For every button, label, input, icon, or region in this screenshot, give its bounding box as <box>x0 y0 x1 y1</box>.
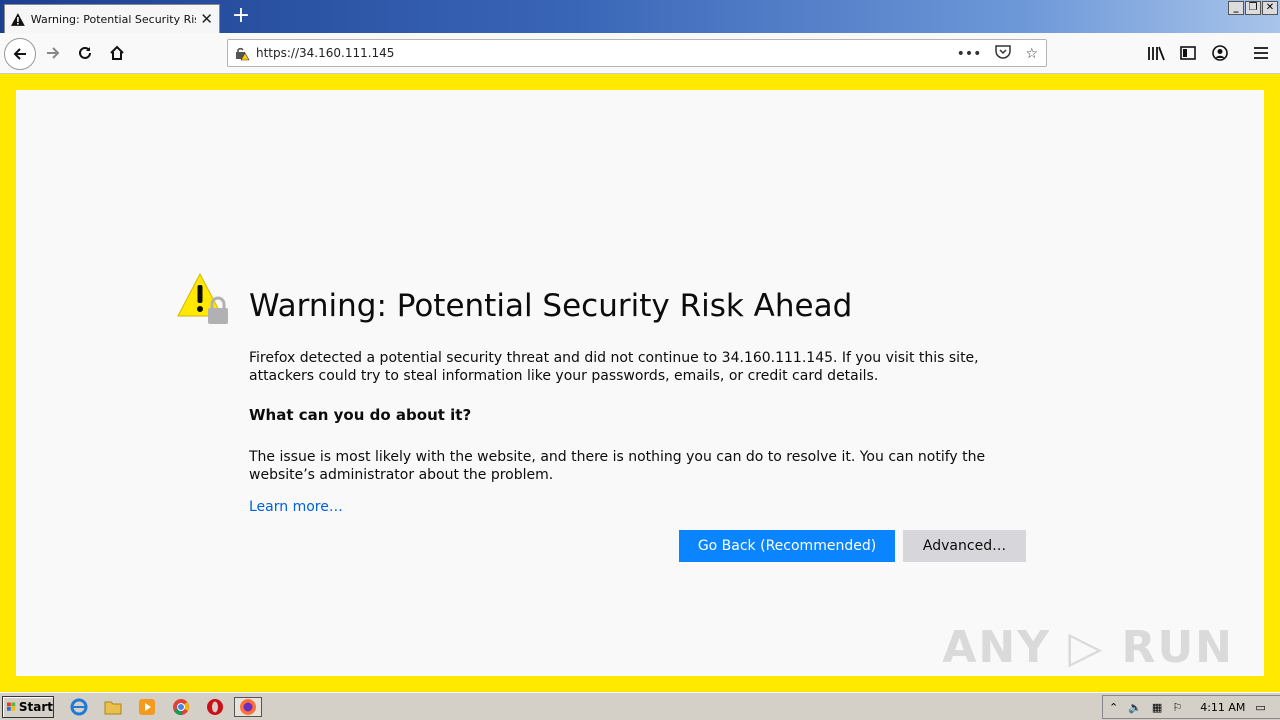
reload-button[interactable] <box>70 38 100 68</box>
ie-icon[interactable] <box>68 697 90 717</box>
warning-lock-icon <box>177 272 228 324</box>
intro-text: Firefox detected a potential security th… <box>249 350 979 384</box>
section-heading: What can you do about it? <box>249 406 472 424</box>
page-actions: ••• ☆ <box>957 44 1038 63</box>
bookmark-star-icon[interactable]: ☆ <box>1025 46 1038 62</box>
url-text: https://34.160.111.145 <box>256 46 395 60</box>
system-tray: ⌃ 🔈 ▦ ⚐ 4:11 AM ▭ <box>1102 695 1280 719</box>
reload-icon <box>79 46 91 59</box>
hamburger-menu-icon <box>1254 47 1268 59</box>
forward-button[interactable] <box>38 38 68 68</box>
watermark-logo: ANY ▷ RUN <box>942 622 1234 673</box>
library-button[interactable] <box>1141 38 1171 68</box>
taskbar: Start ⌃ 🔈 ▦ ⚐ 4:11 AM ▭ <box>0 692 1280 720</box>
clock[interactable]: 4:11 AM <box>1200 701 1245 714</box>
show-desktop-icon[interactable]: ▭ <box>1255 701 1265 714</box>
chrome-icon[interactable] <box>170 697 192 717</box>
tab-title: Warning: Potential Security Risk Ahead <box>30 12 197 26</box>
firefox-icon <box>240 699 256 715</box>
minimize-button[interactable]: _ <box>1228 1 1244 15</box>
pocket-icon[interactable] <box>995 44 1012 63</box>
account-button[interactable] <box>1205 38 1235 68</box>
sidebar-button[interactable] <box>1173 38 1203 68</box>
page-title: Warning: Potential Security Risk Ahead <box>249 288 853 324</box>
go-back-button[interactable]: Go Back (Recommended) <box>679 530 895 562</box>
account-icon <box>1212 45 1228 61</box>
network-icon[interactable]: ▦ <box>1152 701 1162 714</box>
windows-logo-icon <box>7 702 16 711</box>
insecure-lock-icon <box>236 47 250 61</box>
home-button[interactable] <box>102 38 132 68</box>
media-player-icon[interactable] <box>136 697 158 717</box>
menu-button[interactable] <box>1246 38 1276 68</box>
warning-icon <box>11 12 25 26</box>
learn-more-link[interactable]: Learn more… <box>249 499 343 515</box>
more-actions-icon[interactable]: ••• <box>957 46 982 62</box>
close-window-button[interactable]: ✕ <box>1262 1 1278 15</box>
tab-active[interactable]: Warning: Potential Security Risk Ahead ✕ <box>4 4 220 33</box>
action-center-flag-icon[interactable]: ⚐ <box>1172 701 1182 714</box>
firefox-taskbar-button[interactable] <box>234 697 262 717</box>
opera-icon[interactable] <box>204 697 226 717</box>
volume-icon[interactable]: 🔈 <box>1128 701 1142 714</box>
show-hidden-icons-icon[interactable]: ⌃ <box>1109 701 1118 714</box>
window-controls: _ ❐ ✕ <box>1228 1 1278 15</box>
url-bar[interactable]: https://34.160.111.145 ••• ☆ <box>227 39 1047 67</box>
advanced-button[interactable]: Advanced… <box>903 530 1026 562</box>
arrow-right-icon <box>47 47 60 59</box>
new-tab-button[interactable]: + <box>229 3 253 29</box>
advice-text: The issue is most likely with the websit… <box>249 449 986 483</box>
restore-button[interactable]: ❐ <box>1245 1 1261 15</box>
navigation-bar: https://34.160.111.145 ••• ☆ <box>0 33 1280 74</box>
start-label: Start <box>18 700 53 714</box>
sidebar-icon <box>1180 46 1196 60</box>
start-button[interactable]: Start <box>2 696 54 718</box>
home-icon <box>110 45 124 60</box>
folder-icon[interactable] <box>102 697 124 717</box>
close-tab-icon[interactable]: ✕ <box>200 10 213 28</box>
library-icon <box>1148 46 1165 61</box>
error-page: Warning: Potential Security Risk Ahead F… <box>0 74 1280 692</box>
back-button[interactable] <box>4 38 36 70</box>
arrow-left-icon <box>13 48 26 60</box>
title-bar: Warning: Potential Security Risk Ahead ✕… <box>0 0 1280 33</box>
